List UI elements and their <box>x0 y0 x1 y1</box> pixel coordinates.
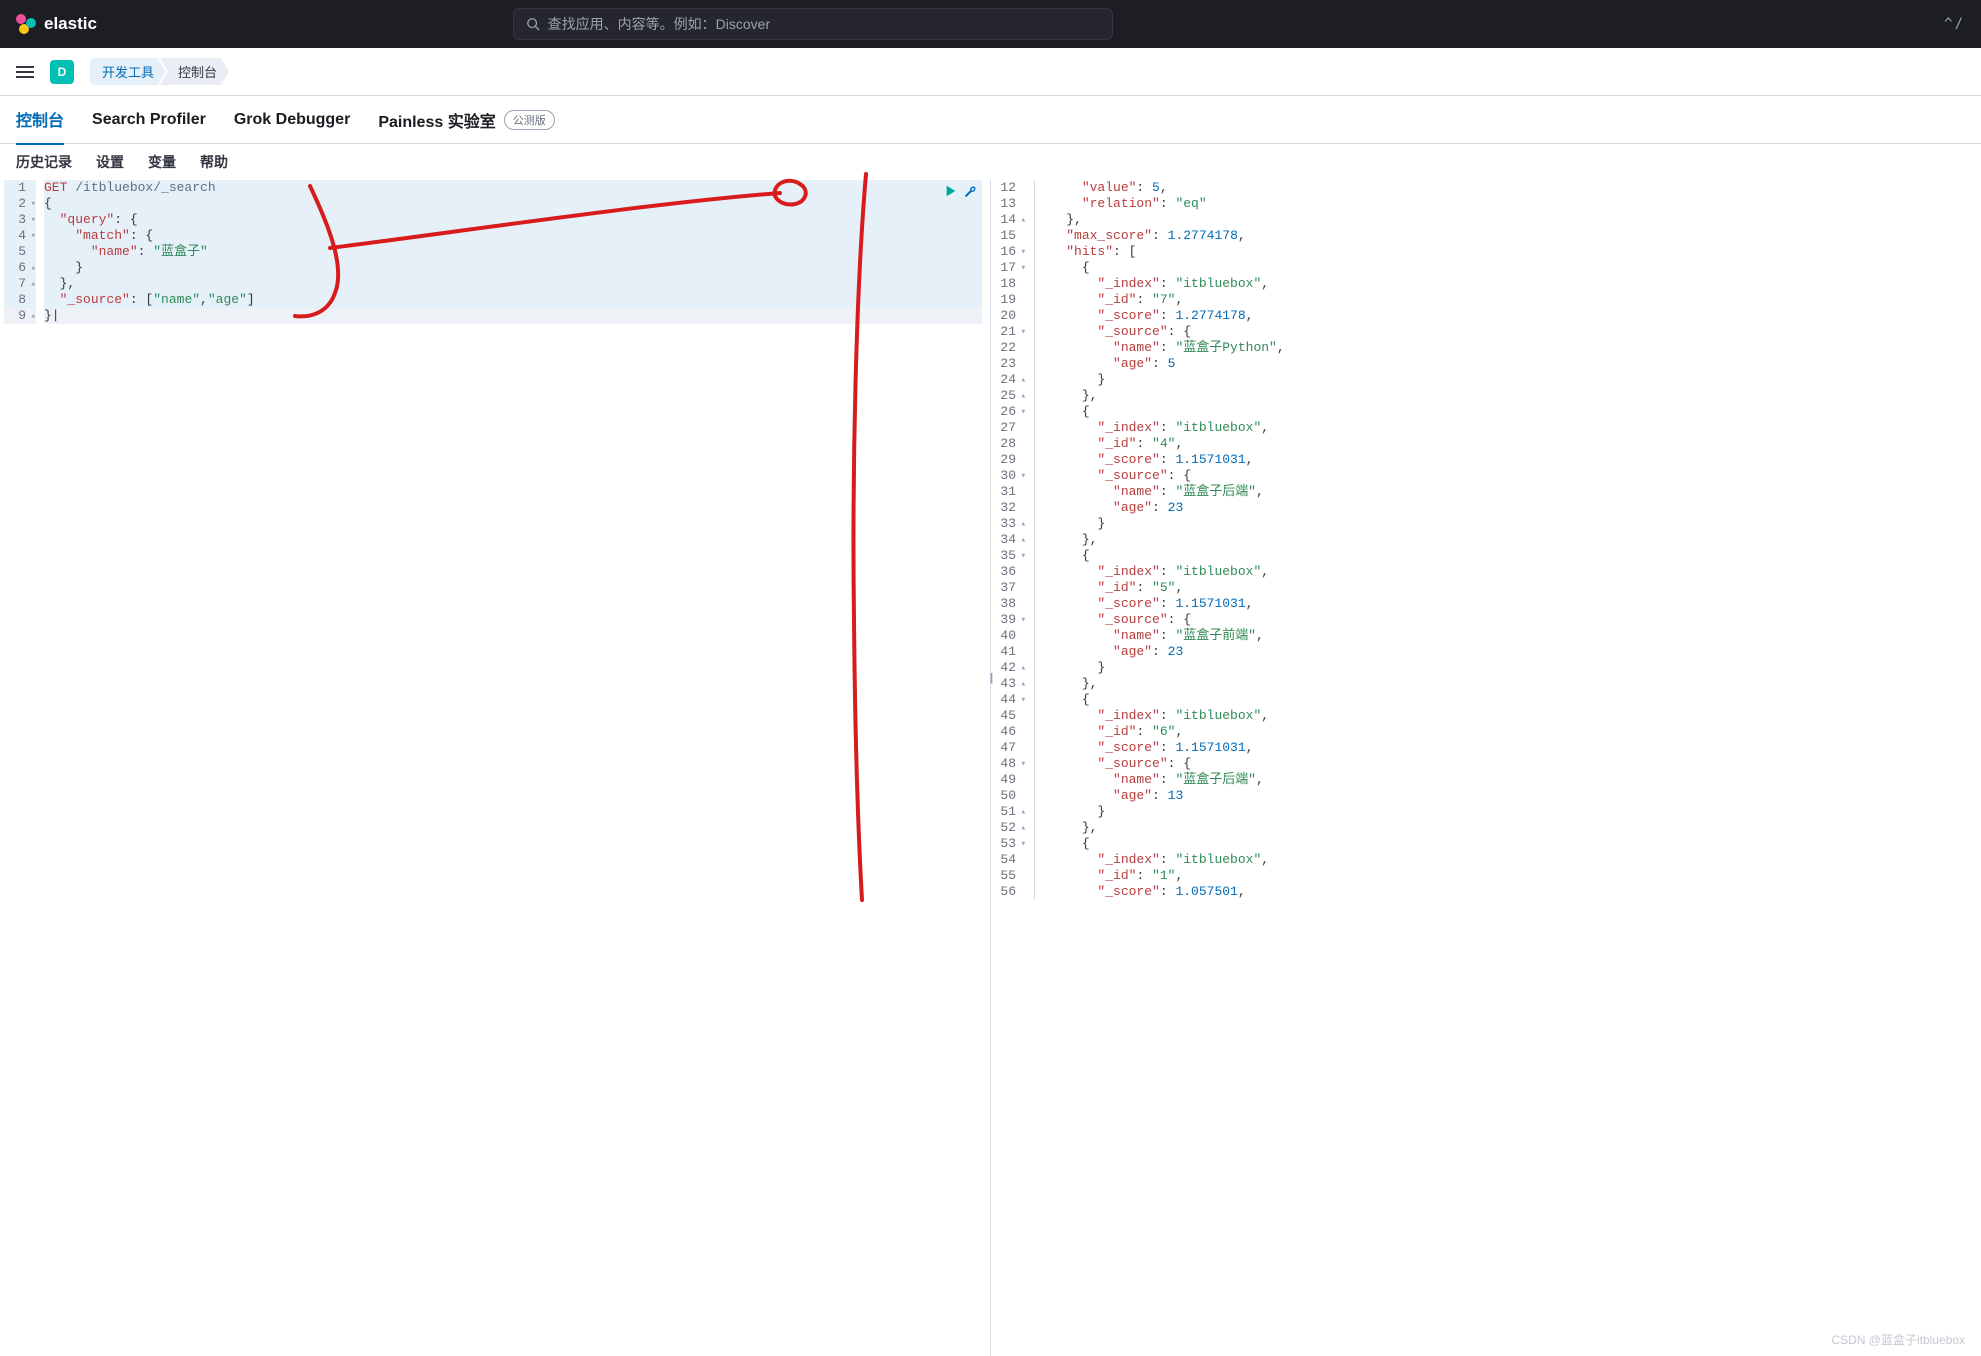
request-options-icon[interactable] <box>964 184 978 201</box>
editor-actions <box>944 184 978 201</box>
subtab-settings[interactable]: 设置 <box>96 152 124 172</box>
search-placeholder: 查找应用、内容等。例如：Discover <box>548 14 770 34</box>
watermark: CSDN @蓝盒子itbluebox <box>1831 1331 1965 1348</box>
subtab-history[interactable]: 历史记录 <box>16 152 72 172</box>
editor-container: 12▾3▾4▾56▴7▴89▴GET /itbluebox/_search{ "… <box>0 180 1981 1356</box>
breadcrumb: 开发工具 控制台 <box>90 58 229 85</box>
subtab-variables[interactable]: 变量 <box>148 152 176 172</box>
beta-badge: 公测版 <box>504 110 555 130</box>
app-badge[interactable]: D <box>50 60 74 84</box>
response-pane[interactable]: 121314▴1516▾17▾18192021▾222324▴25▴26▾272… <box>991 180 1981 1356</box>
top-header: elastic 查找应用、内容等。例如：Discover ^/ <box>0 0 1981 48</box>
brand-text: elastic <box>44 14 97 34</box>
tab-painless-lab[interactable]: Painless 实验室公测版 <box>378 96 554 144</box>
keyboard-shortcut: ^/ <box>1944 16 1965 32</box>
tab-console[interactable]: 控制台 <box>16 95 64 145</box>
menu-toggle[interactable] <box>16 66 34 78</box>
tab-search-profiler[interactable]: Search Profiler <box>92 99 206 141</box>
sub-header: D 开发工具 控制台 <box>0 48 1981 96</box>
elastic-logo-icon <box>16 14 36 34</box>
global-search[interactable]: 查找应用、内容等。例如：Discover <box>513 8 1113 40</box>
search-icon <box>526 17 540 31</box>
console-subtabs: 历史记录 设置 变量 帮助 <box>0 144 1981 180</box>
subtab-help[interactable]: 帮助 <box>200 152 228 172</box>
breadcrumb-console[interactable]: 控制台 <box>160 58 229 85</box>
elastic-logo[interactable]: elastic <box>16 14 97 34</box>
tab-grok-debugger[interactable]: Grok Debugger <box>234 99 350 141</box>
main-tabs: 控制台 Search Profiler Grok Debugger Painle… <box>0 96 1981 144</box>
request-pane[interactable]: 12▾3▾4▾56▴7▴89▴GET /itbluebox/_search{ "… <box>0 180 991 1356</box>
run-request-icon[interactable] <box>944 184 958 201</box>
breadcrumb-devtools[interactable]: 开发工具 <box>90 58 166 85</box>
